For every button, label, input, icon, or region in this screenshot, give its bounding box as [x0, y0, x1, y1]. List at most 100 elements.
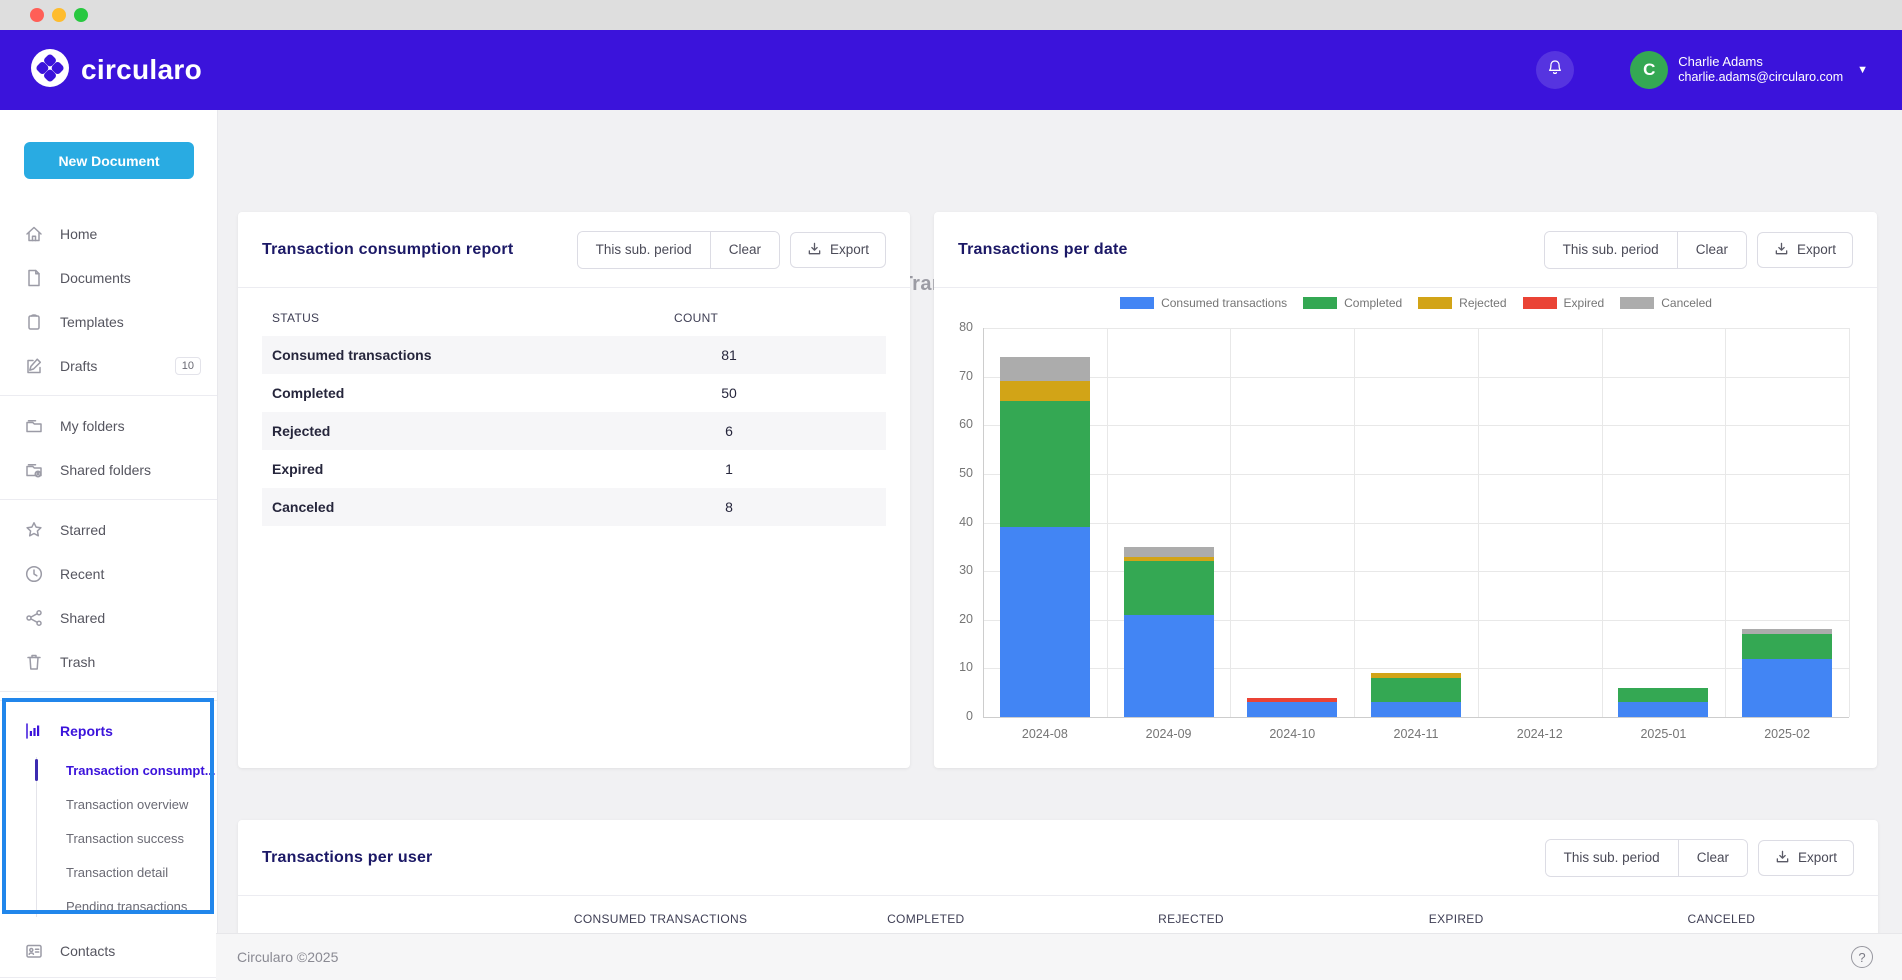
- sidebar-divider: [0, 499, 217, 500]
- y-axis-tick-label: 50: [941, 466, 973, 480]
- minimize-window-button[interactable]: [52, 8, 66, 22]
- sidebar-item-starred[interactable]: Starred: [0, 508, 217, 552]
- bar-segment-canceled: [1742, 629, 1832, 634]
- folder-icon: [24, 416, 44, 436]
- sidebar-item-my-folders[interactable]: My folders: [0, 404, 217, 448]
- bar-segment-consumed-transactions: [1247, 702, 1337, 717]
- clear-button[interactable]: Clear: [1678, 840, 1747, 876]
- bar-segment-completed: [1618, 688, 1708, 703]
- drafts-count-badge: 10: [175, 357, 201, 375]
- clear-button[interactable]: Clear: [1677, 232, 1746, 268]
- this-sub-period-button[interactable]: This sub. period: [1545, 232, 1677, 268]
- bar-segment-consumed-transactions: [1124, 615, 1214, 717]
- x-axis-tick-label: 2024-12: [1495, 727, 1585, 741]
- gridline: [1107, 328, 1108, 717]
- bar-segment-completed: [1371, 678, 1461, 702]
- notifications-button[interactable]: [1536, 51, 1574, 89]
- bar-segment-rejected: [1000, 381, 1090, 400]
- status-cell: Expired: [262, 461, 674, 477]
- export-button[interactable]: Export: [790, 232, 886, 268]
- user-menu-chevron-down-icon[interactable]: ▼: [1857, 64, 1868, 76]
- circularo-logo-icon: [30, 48, 70, 93]
- count-column-header: COUNT: [674, 311, 794, 325]
- export-button[interactable]: Export: [1757, 232, 1853, 268]
- sidebar-item-label: Home: [60, 226, 217, 242]
- sidebar-item-home[interactable]: Home: [0, 212, 217, 256]
- this-sub-period-button[interactable]: This sub. period: [1546, 840, 1678, 876]
- sidebar-item-trash[interactable]: Trash: [0, 640, 217, 684]
- sidebar-item-shared-folders[interactable]: Shared folders: [0, 448, 217, 492]
- share-icon: [24, 608, 44, 628]
- count-cell: 1: [674, 461, 784, 477]
- brand-name: circularo: [81, 54, 202, 86]
- bar-chart-icon: [24, 721, 44, 741]
- sidebar-item-label: Documents: [60, 270, 217, 286]
- bar-segment-canceled: [1124, 547, 1214, 557]
- status-cell: Rejected: [262, 423, 674, 439]
- period-filter-group: This sub. period Clear: [577, 231, 780, 269]
- export-label: Export: [830, 242, 869, 257]
- export-button[interactable]: Export: [1758, 840, 1854, 876]
- report-link-transaction-consumpt[interactable]: Transaction consumpt...: [0, 753, 217, 787]
- sidebar-item-templates[interactable]: Templates: [0, 300, 217, 344]
- report-link-transaction-overview[interactable]: Transaction overview: [0, 787, 217, 821]
- sidebar-item-recent[interactable]: Recent: [0, 552, 217, 596]
- help-button[interactable]: ?: [1851, 946, 1873, 968]
- document-icon: [24, 268, 44, 288]
- sidebar-item-label: Recent: [60, 566, 217, 582]
- active-indicator: [35, 759, 38, 781]
- status-column-header: STATUS: [262, 311, 674, 325]
- gridline: [1602, 328, 1603, 717]
- sidebar-divider: [0, 395, 217, 396]
- x-axis-tick-label: 2024-08: [1000, 727, 1090, 741]
- sidebar-item-documents[interactable]: Documents: [0, 256, 217, 300]
- window-title-bar: [0, 0, 1902, 30]
- sidebar-divider: [0, 977, 217, 978]
- shared-folder-icon: [24, 460, 44, 480]
- report-link-label: Transaction detail: [66, 865, 168, 880]
- this-sub-period-button[interactable]: This sub. period: [578, 232, 710, 268]
- per-user-card-title: Transactions per user: [262, 849, 433, 867]
- bar-segment-rejected: [1124, 557, 1214, 562]
- sidebar-item-shared[interactable]: Shared: [0, 596, 217, 640]
- user-avatar[interactable]: C: [1630, 51, 1668, 89]
- report-link-pending-transactions[interactable]: Pending transactions: [0, 889, 217, 923]
- gridline: [1230, 328, 1231, 717]
- home-icon: [24, 224, 44, 244]
- per-user-column-header: EXPIRED: [1324, 912, 1589, 926]
- sidebar-item-reports[interactable]: Reports: [0, 709, 217, 753]
- gridline: [1354, 328, 1355, 717]
- sidebar-item-label: Reports: [60, 723, 217, 739]
- sidebar-item-drafts[interactable]: Drafts10: [0, 344, 217, 388]
- zoom-window-button[interactable]: [74, 8, 88, 22]
- y-axis-tick-label: 20: [941, 612, 973, 626]
- user-info[interactable]: Charlie Adams charlie.adams@circularo.co…: [1678, 54, 1843, 86]
- y-axis-tick-label: 0: [941, 709, 973, 723]
- bar-segment-canceled: [1000, 357, 1090, 381]
- new-document-button[interactable]: New Document: [24, 142, 194, 179]
- per-user-column-header: CANCELED: [1589, 912, 1854, 926]
- report-link-label: Pending transactions: [66, 899, 187, 914]
- sidebar-divider: [0, 700, 217, 701]
- sidebar-item-label: Shared folders: [60, 462, 217, 478]
- report-link-label: Transaction overview: [66, 797, 188, 812]
- report-link-transaction-detail[interactable]: Transaction detail: [0, 855, 217, 889]
- table-row: Rejected6: [262, 412, 886, 450]
- report-link-transaction-success[interactable]: Transaction success: [0, 821, 217, 855]
- per-user-column-header: COMPLETED: [793, 912, 1058, 926]
- close-window-button[interactable]: [30, 8, 44, 22]
- trash-icon: [24, 652, 44, 672]
- gridline: [983, 523, 1849, 524]
- bar-segment-consumed-transactions: [1742, 659, 1832, 717]
- clear-button[interactable]: Clear: [710, 232, 779, 268]
- table-row: Consumed transactions81: [262, 336, 886, 374]
- download-icon: [807, 241, 822, 259]
- gridline: [983, 717, 1849, 718]
- brand-logo[interactable]: circularo: [30, 48, 202, 93]
- sidebar-item-contacts[interactable]: Contacts: [0, 929, 217, 973]
- y-axis-tick-label: 80: [941, 320, 973, 334]
- bar-segment-completed: [1742, 634, 1832, 658]
- gridline: [983, 377, 1849, 378]
- export-label: Export: [1797, 242, 1836, 257]
- sidebar-item-label: Drafts: [60, 358, 175, 374]
